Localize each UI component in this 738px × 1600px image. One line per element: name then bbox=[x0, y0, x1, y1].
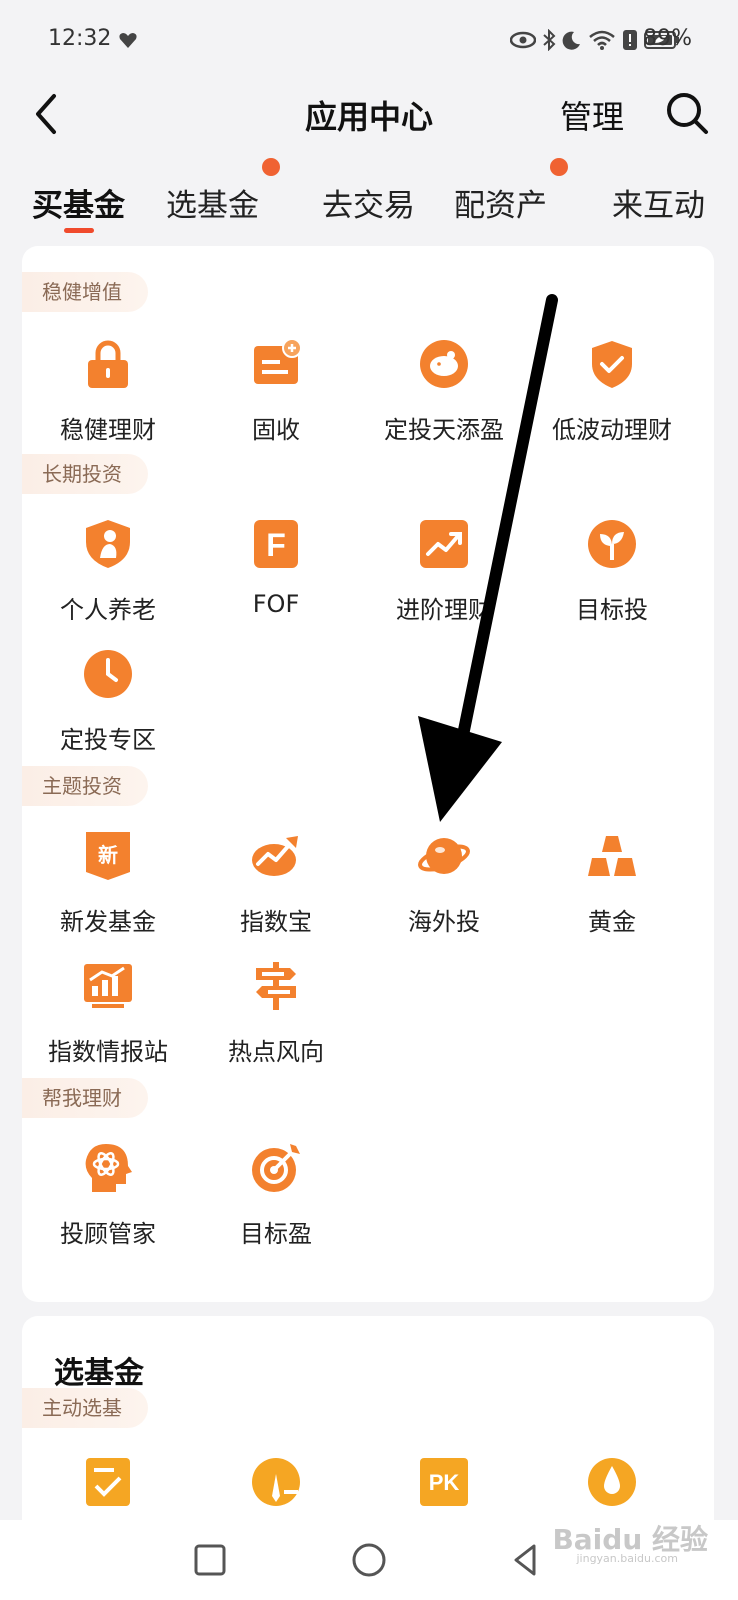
watermark-url: jingyan.baidu.com bbox=[576, 1552, 678, 1565]
rising-index-icon bbox=[252, 836, 298, 876]
eye-icon bbox=[510, 31, 536, 49]
manager-icon[interactable] bbox=[250, 1456, 302, 1508]
clock-icon bbox=[84, 650, 132, 698]
drop-icon[interactable] bbox=[586, 1456, 638, 1508]
new-glyph: 新 bbox=[98, 843, 118, 867]
notification-dot bbox=[550, 158, 568, 176]
tab-buy-fund[interactable]: 买基金 bbox=[32, 180, 125, 225]
head-atom-icon bbox=[85, 1144, 132, 1192]
app-item-label: 个人养老 bbox=[60, 596, 156, 624]
target-arrow-icon bbox=[252, 1144, 300, 1192]
app-item-advanced-finance[interactable]: 进阶理财 bbox=[358, 518, 530, 638]
active-tab-indicator bbox=[64, 228, 94, 233]
app-item-label: 投顾管家 bbox=[60, 1220, 156, 1248]
fixed-income-icon bbox=[254, 338, 302, 384]
app-item-personal-pension[interactable]: 个人养老 bbox=[22, 518, 194, 638]
app-item-low-volatility[interactable]: 低波动理财 bbox=[526, 338, 698, 458]
notification-dot bbox=[262, 158, 280, 176]
app-item-label: 固收 bbox=[252, 416, 300, 444]
search-icon[interactable] bbox=[664, 90, 710, 136]
app-item-label: 指数宝 bbox=[240, 908, 312, 936]
app-item-fixed-income[interactable]: 固收 bbox=[190, 338, 362, 458]
status-bar: 12:32 89% bbox=[0, 0, 738, 80]
section-tag: 帮我理财 bbox=[22, 1078, 148, 1118]
trend-chart-icon bbox=[420, 520, 468, 568]
recent-apps-icon[interactable] bbox=[186, 1536, 234, 1584]
section-tag: 长期投资 bbox=[22, 454, 148, 494]
app-item-label: 定投专区 bbox=[60, 726, 156, 754]
app-item-index-intel[interactable]: 指数情报站 bbox=[22, 960, 194, 1080]
lock-icon bbox=[88, 340, 128, 388]
new-badge-icon: 新 bbox=[86, 832, 130, 880]
pension-icon bbox=[86, 520, 130, 568]
category-tabs: 买基金 选基金 去交易 配资产 来互动 bbox=[0, 158, 738, 238]
app-item-label: 黄金 bbox=[588, 908, 636, 936]
section-tag: 稳健增值 bbox=[22, 272, 148, 312]
app-item-index-treasure[interactable]: 指数宝 bbox=[190, 830, 362, 950]
manage-button[interactable]: 管理 bbox=[560, 92, 624, 138]
app-item-label: 新发基金 bbox=[60, 908, 156, 936]
pk-text: PK bbox=[429, 1470, 460, 1495]
bluetooth-icon bbox=[543, 29, 556, 51]
sprout-icon bbox=[588, 520, 636, 568]
app-item-label: 目标投 bbox=[576, 596, 648, 624]
app-item-auto-invest-plus[interactable]: 定投天添盈 bbox=[358, 338, 530, 458]
app-item-label: 低波动理财 bbox=[552, 416, 672, 444]
home-icon[interactable] bbox=[345, 1536, 393, 1584]
app-item-label: 海外投 bbox=[408, 908, 480, 936]
app-item-auto-invest-zone[interactable]: 定投专区 bbox=[22, 648, 194, 768]
signpost-icon bbox=[256, 962, 296, 1010]
battery-percent: 89% bbox=[643, 26, 692, 51]
tab-allocate[interactable]: 配资产 bbox=[454, 180, 547, 225]
app-item-stable-finance[interactable]: 稳健理财 bbox=[22, 338, 194, 458]
tab-interact[interactable]: 来互动 bbox=[612, 180, 705, 225]
fof-icon: F bbox=[254, 520, 298, 568]
app-item-target-invest[interactable]: 目标投 bbox=[526, 518, 698, 638]
app-item-hot-trends[interactable]: 热点风向 bbox=[190, 960, 362, 1080]
bar-chart-board-icon bbox=[84, 964, 132, 1008]
app-item-label: FOF bbox=[252, 590, 300, 618]
page-title: 应用中心 bbox=[304, 98, 433, 136]
section-title: 选基金 bbox=[54, 1356, 144, 1391]
wifi-icon bbox=[589, 30, 615, 50]
planet-icon bbox=[418, 838, 470, 874]
app-item-label: 热点风向 bbox=[228, 1038, 324, 1066]
header: 应用中心 管理 bbox=[0, 80, 738, 150]
buy-fund-card: 稳健增值 稳健理财 固收 定投天添盈 低波动理财 长期投资 个人养老 F FOF… bbox=[22, 246, 714, 1302]
back-triangle-icon[interactable] bbox=[502, 1536, 550, 1584]
fof-glyph: F bbox=[266, 527, 286, 563]
tab-select-fund[interactable]: 选基金 bbox=[166, 180, 259, 225]
app-item-advisor-butler[interactable]: 投顾管家 bbox=[22, 1142, 194, 1262]
piggy-bank-icon bbox=[420, 340, 468, 388]
app-item-gold[interactable]: 黄金 bbox=[526, 830, 698, 950]
app-item-label: 目标盈 bbox=[240, 1220, 312, 1248]
section-tag: 主动选基 bbox=[22, 1388, 148, 1428]
status-time: 12:32 bbox=[48, 26, 112, 51]
tab-trade[interactable]: 去交易 bbox=[322, 180, 415, 225]
pk-icon[interactable]: PK bbox=[418, 1456, 470, 1508]
section-tag: 主题投资 bbox=[22, 766, 148, 806]
app-item-target-profit[interactable]: 目标盈 bbox=[190, 1142, 362, 1262]
heart-shield-icon bbox=[119, 33, 137, 48]
app-item-label: 进阶理财 bbox=[396, 596, 492, 624]
app-item-label: 定投天添盈 bbox=[384, 416, 504, 444]
alert-icon bbox=[623, 30, 637, 50]
shield-check-icon bbox=[592, 341, 632, 388]
app-item-new-fund[interactable]: 新 新发基金 bbox=[22, 830, 194, 950]
moon-icon bbox=[562, 31, 580, 50]
checklist-icon[interactable] bbox=[82, 1456, 134, 1508]
app-item-overseas-invest[interactable]: 海外投 bbox=[358, 830, 530, 950]
app-item-fof[interactable]: F FOF bbox=[190, 518, 362, 638]
app-item-label: 指数情报站 bbox=[48, 1038, 168, 1066]
app-item-label: 稳健理财 bbox=[60, 416, 156, 444]
gold-bars-icon bbox=[588, 836, 636, 876]
